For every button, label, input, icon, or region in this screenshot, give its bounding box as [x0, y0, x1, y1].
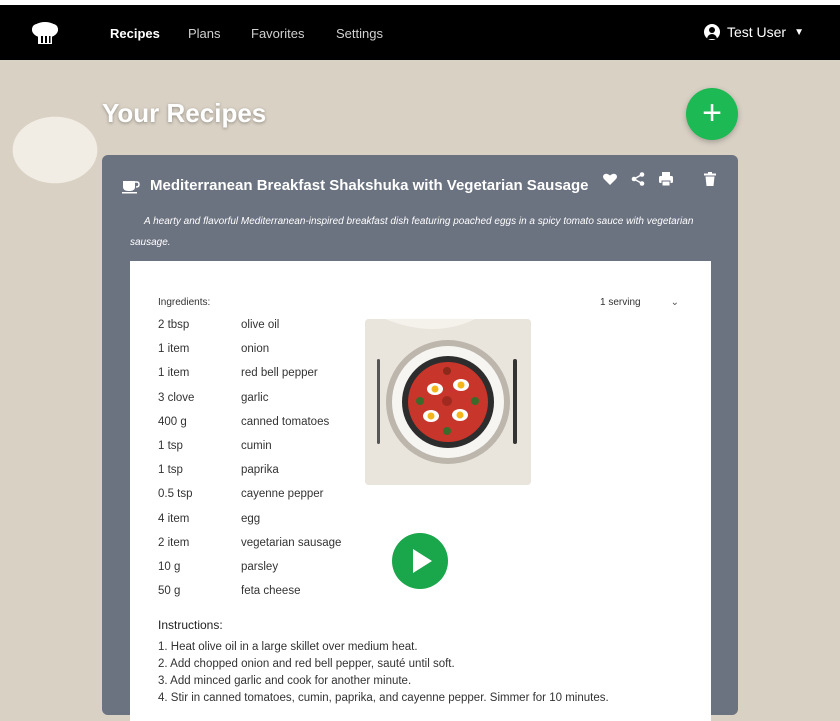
nav-plans[interactable]: Plans — [188, 26, 221, 41]
list-item: 1 item red bell pepper — [158, 367, 341, 391]
ingredient-name: olive oil — [241, 319, 280, 331]
ingredient-qty: 1 tsp — [158, 439, 183, 452]
ingredient-name: vegetarian sausage — [241, 536, 342, 549]
nav-favorites[interactable]: Favorites — [251, 26, 304, 41]
instructions-list: 1. Heat olive oil in a large skillet ove… — [158, 639, 609, 707]
list-item: 10 g parsley — [158, 561, 341, 585]
recipe-card: Mediterranean Breakfast Shakshuka with V… — [102, 155, 738, 721]
ingredient-name: paprika — [241, 464, 279, 477]
ingredient-name: onion — [241, 343, 270, 356]
list-item: 2. Add chopped onion and red bell pepper… — [158, 658, 455, 670]
list-item: 4 item egg — [158, 513, 341, 537]
nav-recipes[interactable]: Recipes — [110, 26, 160, 41]
list-item: 0.5 tsp cayenne pepper — [158, 488, 341, 512]
recipe-actions — [602, 171, 718, 187]
navbar: Recipes Plans Favorites Settings Test Us… — [0, 5, 840, 60]
list-item: 400 g canned tomatoes — [158, 416, 341, 440]
chevron-down-icon: ▼ — [794, 26, 804, 38]
ingredient-qty: 1 tsp — [158, 464, 183, 477]
heart-icon[interactable] — [602, 171, 618, 187]
ingredient-qty: 3 clove — [158, 391, 195, 404]
serving-select[interactable]: 1 serving ⌄ — [600, 297, 679, 308]
user-menu[interactable]: Test User ▼ — [703, 24, 804, 40]
ingredient-name: garlic — [241, 391, 269, 404]
ingredient-name: canned tomatoes — [241, 415, 330, 428]
ingredient-name: cayenne pepper — [241, 488, 324, 501]
ingredient-name: feta cheese — [241, 585, 301, 598]
serving-value: 1 serving — [600, 297, 641, 308]
nav-settings[interactable]: Settings — [336, 26, 383, 41]
play-video-button[interactable] — [392, 533, 448, 589]
trash-icon[interactable] — [702, 171, 718, 187]
ingredient-qty: 1 item — [158, 367, 190, 380]
coffee-cup-icon — [122, 180, 140, 193]
chef-hat-icon[interactable] — [30, 20, 60, 48]
list-item: 1 tsp paprika — [158, 464, 341, 488]
list-item: 4. Stir in canned tomatoes, cumin, papri… — [158, 692, 609, 704]
ingredients-list: 2 tbsp olive oil 1 item onion 1 item red be… — [158, 319, 341, 609]
print-icon[interactable] — [658, 171, 674, 187]
list-item: 2 item vegetarian sausage — [158, 537, 341, 561]
ingredient-qty: 0.5 tsp — [158, 488, 193, 501]
chevron-down-icon: ⌄ — [670, 297, 679, 308]
list-item: 50 g feta cheese — [158, 585, 341, 609]
share-icon[interactable] — [630, 171, 646, 187]
ingredient-qty: 2 tbsp — [158, 319, 190, 331]
list-item: 3 clove garlic — [158, 392, 341, 416]
recipe-image — [365, 319, 531, 485]
ingredient-name: parsley — [241, 560, 279, 573]
add-recipe-button[interactable]: + — [686, 88, 738, 140]
recipe-header: Mediterranean Breakfast Shakshuka with V… — [122, 177, 589, 194]
ingredient-qty: 50 g — [158, 585, 181, 598]
ingredient-name: egg — [241, 512, 261, 525]
ingredients-label: Ingredients: — [158, 297, 211, 308]
ingredient-name: red bell pepper — [241, 367, 318, 380]
ingredient-name: cumin — [241, 439, 272, 452]
ingredient-qty: 1 item — [158, 343, 190, 356]
list-item: 1 tsp cumin — [158, 440, 341, 464]
list-item: 2 tbsp olive oil — [158, 319, 341, 343]
list-item: 3. Add minced garlic and cook for anothe… — [158, 675, 412, 687]
list-item: 1. Heat olive oil in a large skillet ove… — [158, 641, 418, 653]
recipe-description: A hearty and flavorful Mediterranean-ins… — [130, 216, 694, 248]
ingredient-qty: 10 g — [158, 560, 181, 573]
page-title: Your Recipes — [102, 98, 267, 128]
user-name: Test User — [726, 24, 787, 40]
recipe-title: Mediterranean Breakfast Shakshuka with V… — [150, 177, 589, 194]
ingredient-qty: 4 item — [158, 512, 190, 525]
instructions-label: Instructions: — [158, 618, 223, 632]
list-item: 1 item onion — [158, 343, 341, 367]
recipe-details-panel: Ingredients: 1 serving ⌄ 2 tbsp olive oil… — [130, 261, 711, 721]
ingredient-qty: 400 g — [158, 415, 187, 428]
ingredient-qty: 2 item — [158, 536, 190, 549]
user-avatar-icon — [703, 24, 720, 40]
